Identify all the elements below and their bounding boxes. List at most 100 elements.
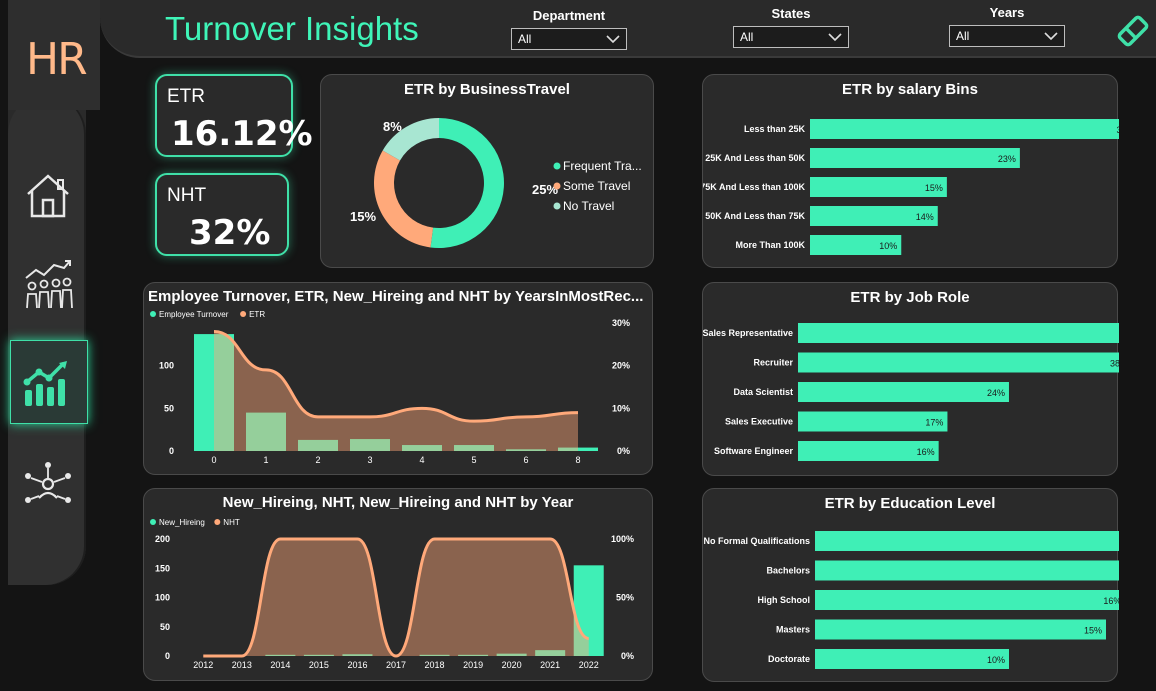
donut-chart: 25%Frequent Tra...15%Some Travel8%No Tra… [350,118,642,248]
nht-kpi-card: NHT 32% [155,173,289,256]
category-label: Recruiter [753,358,793,368]
kpi-value: 32% [189,213,271,253]
x-tick-label: 2012 [193,660,213,670]
clear-filters-eraser-icon[interactable] [1116,14,1150,48]
etr-kpi-card: ETR 16.12% [155,74,313,157]
y2-tick-label: 20% [612,361,630,371]
donut-slice [374,150,434,248]
y2-tick-label: 0% [621,651,634,661]
category-label: Less than 25K [744,124,806,134]
y-tick-label: 50 [160,622,170,632]
x-tick-label: 4 [419,455,424,465]
legend-marker [553,202,561,210]
data-label: 24% [987,388,1005,398]
category-label: Software Engineer [714,446,794,456]
new-hiring-combo-chart: New_Hireing NHT 0 50 100 150 200 0% 50% 100% 2012 2… [150,518,634,670]
job-role-bar-chart: Sales Representative40%Recruiter38%Data … [703,323,1119,461]
x-tick-label: 2021 [540,660,560,670]
states-dropdown[interactable]: All [733,26,849,48]
x-tick-label: 5 [471,455,476,465]
data-label: 14% [916,212,934,222]
data-label: 10% [987,655,1005,665]
x-tick-label: 8 [575,455,580,465]
y-tick-label: 50 [164,403,174,413]
education-card: ETR by Education Level No Formal Qualifi… [702,488,1119,682]
legend-marker [553,162,561,170]
slice-label: 15% [350,209,376,224]
people-growth-icon [25,260,73,309]
new-hiring-year-card: New_Hireing, NHT, New_Hireing and NHT by… [143,488,653,681]
years-slicer[interactable]: Years All [949,5,1065,47]
x-tick-label: 2019 [463,660,483,670]
turnover-combo-chart: Employee Turnover ETR 0 50 100 0% 10% 20% 30% 0 1 2… [150,310,630,465]
page-title: Turnover Insights [165,10,419,47]
x-tick-label: 6 [523,455,528,465]
nav-home[interactable] [12,160,84,232]
legend-marker [150,519,156,525]
category-label: Data Scientist [733,387,793,397]
hr-logo: HR [26,34,88,85]
category-label: 25K And Less than 50K [705,153,805,163]
category-label: No Formal Qualifications [703,536,810,546]
bar [798,352,1119,373]
y2-tick-label: 10% [612,403,630,413]
category-label: 75K And Less than 100K [703,182,805,192]
data-label: 23% [998,154,1016,164]
data-label: 15% [925,183,943,193]
line-area [214,331,578,451]
y-tick-label: 150 [155,563,170,573]
x-tick-label: 2020 [502,660,522,670]
slicer-label: Department [532,8,606,23]
bar [815,531,1119,551]
chevron-down-icon [1044,32,1058,41]
bar [810,119,1119,139]
states-slicer[interactable]: States All [733,6,849,48]
x-tick-label: 2015 [309,660,329,670]
legend-label: Some Travel [563,179,630,193]
job-role-card: ETR by Job Role Sales Representative40%R… [702,282,1119,476]
x-tick-label: 2014 [270,660,290,670]
y-tick-label: 100 [155,593,170,603]
department-dropdown[interactable]: All [511,28,627,50]
chevron-down-icon [606,35,620,44]
y-tick-label: 0 [165,651,170,661]
chevron-down-icon [828,33,842,42]
bar [815,619,1106,640]
y-tick-label: 200 [155,534,170,544]
x-tick-label: 2018 [425,660,445,670]
x-tick-label: 3 [367,455,372,465]
nav-people[interactable] [12,248,84,320]
data-label: 10% [879,241,897,251]
bar [798,323,1119,343]
bar [815,649,1009,669]
nav-analytics[interactable] [10,340,88,424]
x-tick-label: 2022 [579,660,599,670]
kpi-value: 16.12% [171,114,313,154]
bar [815,560,1119,581]
logo-box: HR [8,0,100,110]
y2-tick-label: 100% [611,534,634,544]
legend-label: No Travel [563,199,614,213]
education-bar-chart: No Formal Qualifications18%Bachelors17%H… [703,531,1119,669]
salary-bins-bar-chart: Less than 25K 36% 25K And Less than 50K 23%… [703,119,1119,255]
category-label: Bachelors [766,566,810,576]
business-travel-card: ETR by BusinessTravel 25% Frequent Tra...… [320,74,654,268]
bar-chart-icon [23,361,67,406]
category-label: 50K And Less than 75K [705,211,805,221]
category-label: Masters [776,625,810,635]
legend-label: Employee Turnover [159,310,229,319]
data-label: 36% [1116,125,1119,135]
legend-label: NHT [223,518,240,527]
y2-tick-label: 0% [617,446,630,456]
category-label: High School [758,595,811,605]
category-label: Sales Executive [725,417,793,427]
data-label: 38% [1110,359,1119,369]
years-dropdown[interactable]: All [949,25,1065,47]
y-tick-label: 0 [169,446,174,456]
slicer-label: States [771,6,811,21]
nav-network[interactable] [12,452,84,524]
data-label: 16% [1103,596,1119,606]
kpi-label: NHT [167,185,207,206]
dropdown-value: All [956,29,970,43]
department-slicer[interactable]: Department All [511,8,627,50]
